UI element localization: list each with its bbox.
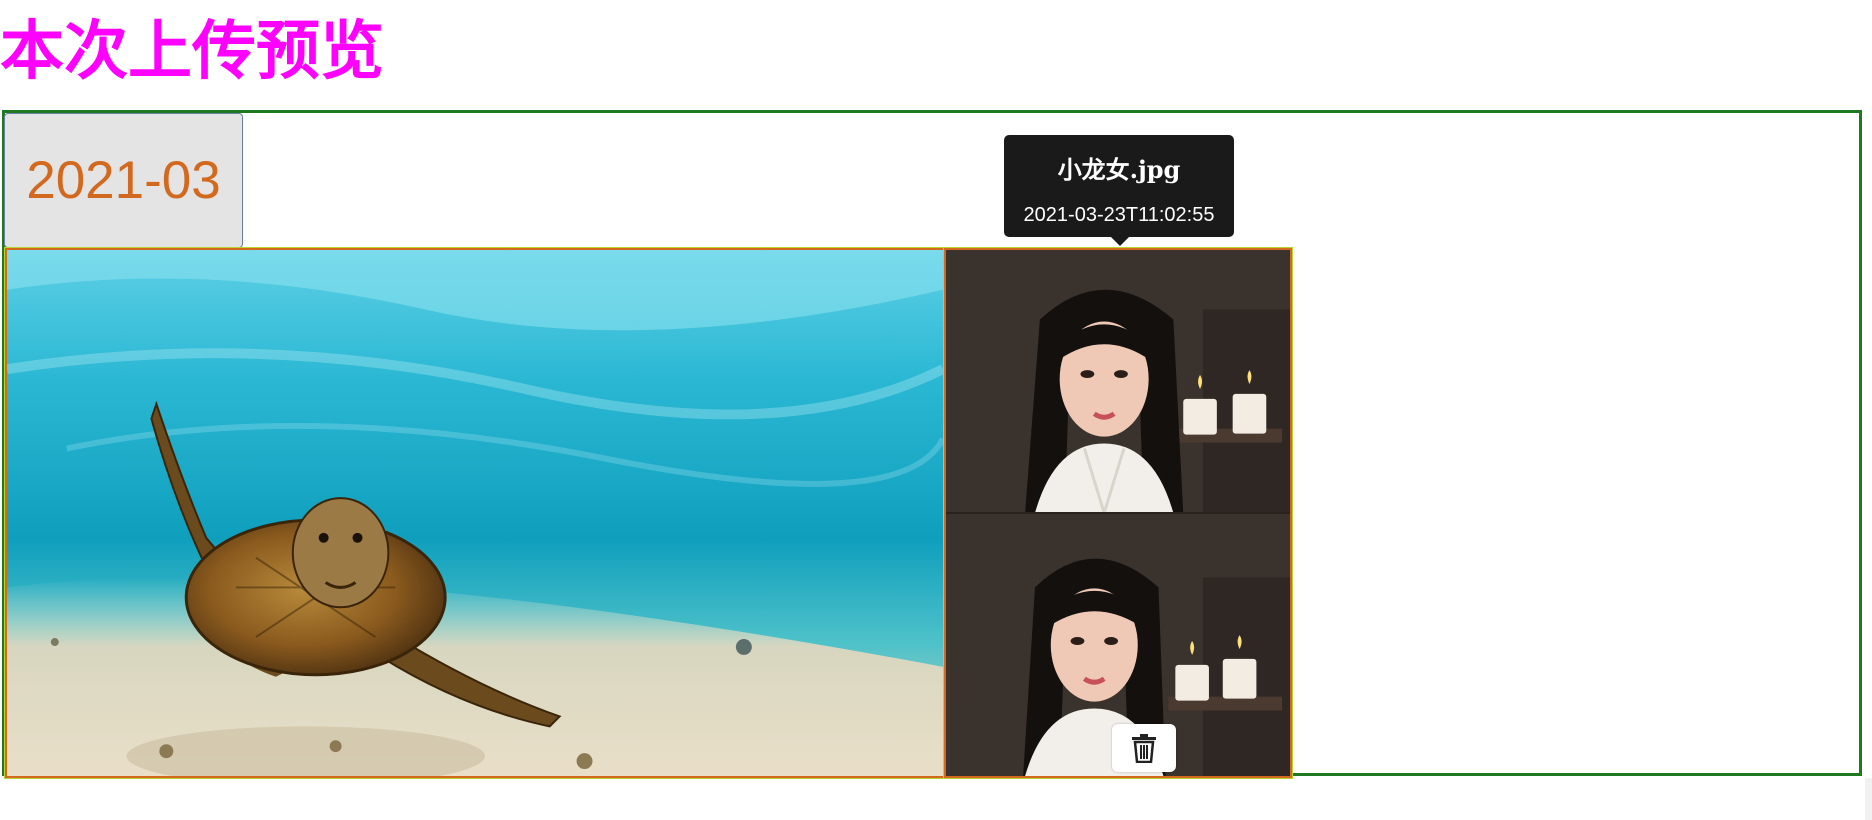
photo-thumbnail-portrait[interactable]	[943, 247, 1293, 779]
delete-photo-button[interactable]	[1112, 724, 1176, 772]
turtle-image	[7, 250, 943, 776]
tooltip-timestamp: 2021-03-23T11:02:55	[1023, 204, 1215, 226]
page-title: 本次上传预览	[0, 14, 384, 89]
page-scrollbar[interactable]	[1865, 778, 1872, 820]
month-group-tab[interactable]: 2021-03	[4, 113, 243, 248]
tooltip-filename: 小龙女.jpg	[1057, 155, 1181, 184]
trash-icon	[1132, 734, 1156, 763]
photo-thumbnail-turtle[interactable]	[4, 247, 946, 779]
portrait-image	[946, 250, 1290, 776]
file-info-tooltip: 小龙女.jpg 2021-03-23T11:02:55	[1004, 135, 1234, 246]
